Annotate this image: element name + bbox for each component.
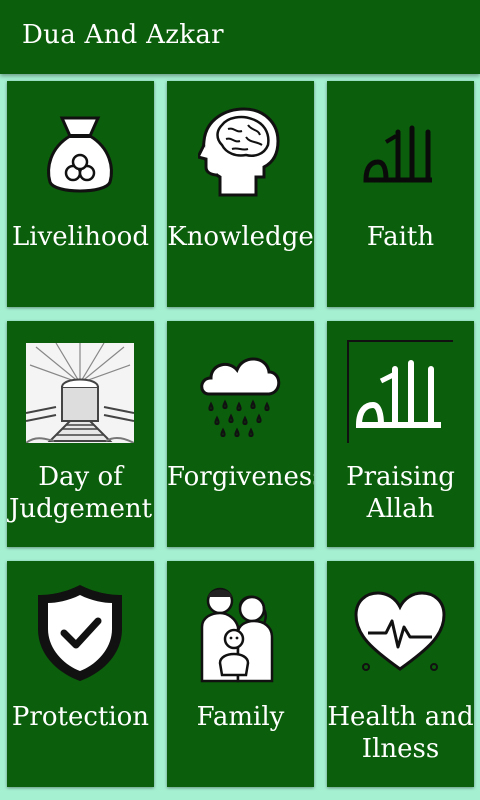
category-card-day-of-judgement[interactable]: Day of Judgement [7, 321, 154, 547]
category-card-forgiveness[interactable]: Forgiveness [167, 321, 314, 547]
allah-calligraphy-frame-icon [340, 337, 460, 449]
family-icon [180, 577, 300, 689]
category-card-knowledge[interactable]: Knowledge [167, 81, 314, 307]
shield-check-icon [20, 577, 140, 689]
category-card-protection[interactable]: Protection [7, 561, 154, 787]
category-card-praising-allah[interactable]: Praising Allah [327, 321, 474, 547]
category-label: Praising Allah [346, 462, 455, 524]
heart-pulse-icon [340, 577, 460, 689]
category-label: Day of Judgement [8, 462, 153, 524]
category-grid: Livelihood Knowledge Faith Day of Judgem… [0, 0, 480, 800]
category-label: Faith [366, 222, 435, 252]
category-label: Protection [11, 702, 150, 732]
category-card-health-and-ilness[interactable]: Health and Ilness [327, 561, 474, 787]
category-label: Family [196, 702, 285, 732]
heaven-stairs-icon [20, 337, 140, 449]
category-card-livelihood[interactable]: Livelihood [7, 81, 154, 307]
category-label: Livelihood [12, 222, 149, 252]
money-bag-icon [20, 97, 140, 209]
category-label: Forgiveness [167, 462, 314, 492]
category-card-family[interactable]: Family [167, 561, 314, 787]
category-card-faith[interactable]: Faith [327, 81, 474, 307]
allah-calligraphy-icon [340, 97, 460, 209]
category-label: Health and Ilness [327, 702, 474, 764]
brain-head-icon [180, 97, 300, 209]
category-label: Knowledge [167, 222, 314, 252]
rain-cloud-icon [180, 337, 300, 449]
